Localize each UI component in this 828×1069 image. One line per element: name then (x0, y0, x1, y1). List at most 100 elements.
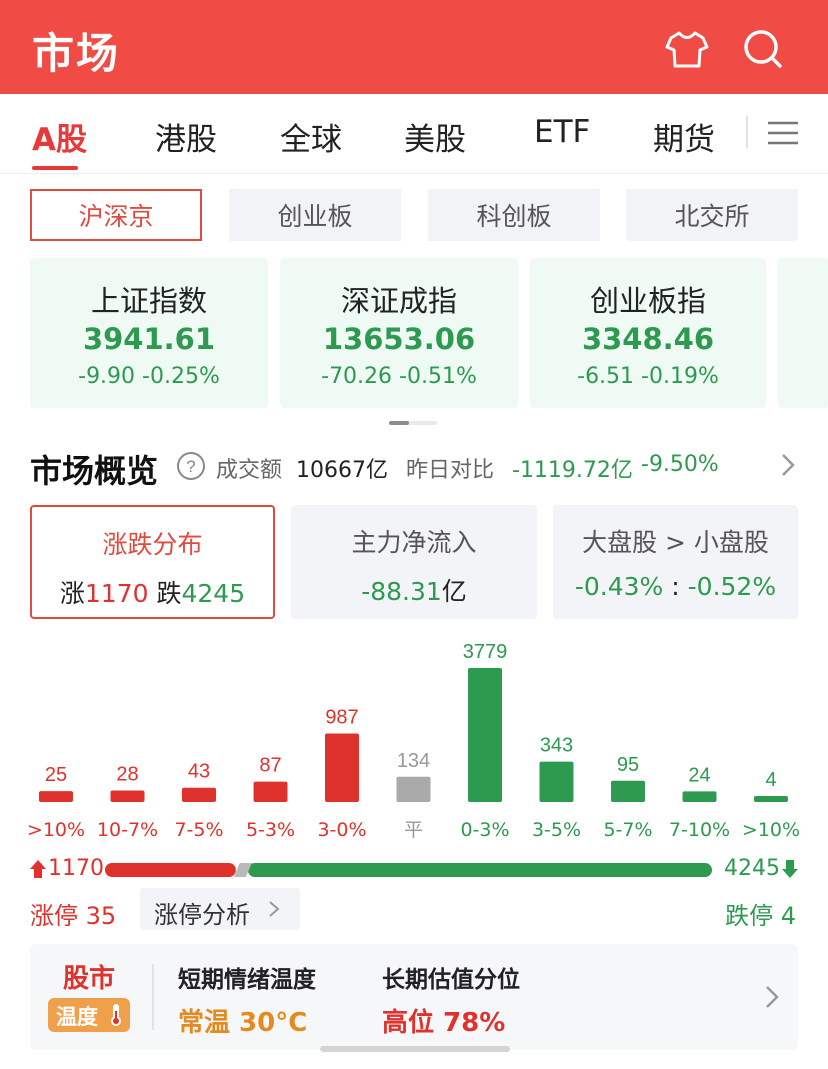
market-tabs: A股 港股 全球 美股 ETF 期货 (0, 94, 828, 174)
limit-row: 涨停 35 涨停分析 跌停 4 (0, 888, 828, 934)
ratio-up-label: 1170 (48, 856, 104, 881)
tab-global[interactable]: 全球 (280, 114, 342, 159)
short-term-value: 常温 30°C (178, 1008, 308, 1038)
main-flow-card[interactable]: 主力净流入 -88.31亿 (291, 505, 537, 619)
index-value: 3348.46 (581, 322, 715, 356)
home-indicator (320, 1046, 510, 1052)
cap-value: -0.43% : -0.52% (574, 572, 777, 601)
temp-badge: 温度 (48, 998, 130, 1032)
short-term-label: 短期情绪温度 (178, 967, 316, 993)
dist-category-label: 10-7% (97, 819, 158, 841)
flow-value: -88.31亿 (361, 577, 467, 606)
tab-futures[interactable]: 期货 (653, 114, 715, 159)
long-term-label: 长期估值分位 (382, 967, 520, 993)
svg-text:?: ? (186, 457, 195, 476)
dist-bar (682, 791, 717, 802)
tab-etf[interactable]: ETF (534, 114, 590, 150)
temp-divider (152, 964, 154, 1030)
subtab-bse[interactable]: 北交所 (626, 189, 798, 241)
arrow-down-icon (782, 860, 798, 878)
turnover-label: 成交额 (216, 458, 283, 483)
subtab-chinext[interactable]: 创业板 (229, 189, 401, 241)
ratio-up-segment (105, 863, 236, 877)
dist-value-label: 343 (540, 735, 573, 757)
dist-category-label: 5-7% (603, 819, 652, 841)
dist-category-label: 0-3% (460, 819, 509, 841)
long-term-value: 高位 78% (382, 1008, 506, 1038)
dist-bar (539, 761, 574, 802)
turnover-value: 10667亿 (296, 458, 388, 483)
chevron-right-icon[interactable] (764, 984, 780, 1010)
compare-pct: -9.50% (641, 452, 719, 477)
index-value: 13653.06 (322, 322, 476, 356)
tshirt-icon[interactable] (664, 26, 710, 72)
dist-bar (39, 791, 73, 802)
flow-label: 主力净流入 (351, 528, 477, 557)
dist-category-label: 7-10% (669, 819, 730, 841)
market-temperature-card[interactable]: 股市 温度 短期情绪温度 常温 30°C 长期估值分位 高位 78% (30, 944, 798, 1050)
dist-category-label: 3-5% (532, 819, 581, 841)
index-name: 深证成指 (340, 284, 457, 318)
subtab-hushenjing[interactable]: 沪深京 (30, 189, 202, 241)
index-value: 3941.61 (82, 322, 216, 356)
index-change: -6.51 -0.19% (577, 364, 719, 389)
dist-bar (182, 787, 216, 802)
menu-icon[interactable] (766, 118, 800, 148)
dist-bar (468, 668, 502, 802)
app-header: 市场 (0, 0, 828, 94)
tab-us[interactable]: 美股 (404, 114, 466, 159)
index-name: 上证指数 (90, 284, 207, 318)
cap-compare-card[interactable]: 大盘股 > 小盘股 -0.43% : -0.52% (553, 505, 798, 619)
dist-category-label: 3-0% (317, 819, 366, 841)
dist-bar (325, 733, 359, 802)
dist-category-label: 5-3% (246, 819, 295, 841)
index-name: 创业板指 (589, 284, 706, 318)
limit-down: 跌停 4 (725, 902, 796, 930)
index-card-chinext[interactable]: 创业板指 3348.46 -6.51 -0.19% (530, 258, 766, 408)
dist-value: 涨1170 跌4245 (59, 579, 246, 608)
compare-value: -1119.72亿 (512, 458, 633, 483)
dist-value-label: 987 (325, 707, 358, 729)
compare-label: 昨日对比 (406, 458, 495, 483)
dist-value-label: 25 (45, 764, 67, 786)
help-icon[interactable]: ? (176, 451, 206, 481)
overview-title: 市场概览 (30, 452, 159, 490)
analysis-label: 涨停分析 (154, 901, 250, 929)
dist-value-label: 28 (116, 763, 138, 785)
dist-value-label: 134 (397, 750, 430, 772)
ratio-down-segment (247, 863, 712, 877)
up-down-ratio: 1170 4245 (0, 852, 828, 888)
dist-value-label: 4 (765, 769, 776, 791)
dist-category-label: >10% (27, 819, 85, 841)
tab-a-shares[interactable]: A股 (32, 114, 87, 159)
limit-up: 涨停 35 (30, 902, 117, 930)
arrow-up-icon (30, 860, 46, 878)
index-card-shenzhen[interactable]: 深证成指 13653.06 -70.26 -0.51% (280, 258, 518, 408)
carousel-indicator (389, 421, 437, 425)
tab-hk[interactable]: 港股 (155, 114, 217, 159)
dist-value-label: 24 (688, 764, 710, 786)
dist-bar (396, 776, 431, 802)
dist-bar (110, 790, 145, 802)
search-icon[interactable] (740, 26, 786, 72)
index-change: -9.90 -0.25% (78, 364, 220, 389)
chevron-right-icon[interactable] (780, 452, 796, 478)
dist-bar (754, 796, 788, 802)
tabs-divider (746, 116, 748, 148)
dist-value-label: 87 (259, 755, 281, 777)
dist-category-label: 7-5% (174, 819, 223, 841)
index-card-partial[interactable] (778, 258, 828, 408)
dist-card[interactable]: 涨跌分布 涨1170 跌4245 (30, 505, 275, 619)
index-card-shanghai[interactable]: 上证指数 3941.61 -9.90 -0.25% (30, 258, 268, 408)
chevron-right-icon (269, 901, 280, 917)
dist-value-label: 95 (617, 754, 639, 776)
dist-bar (611, 780, 645, 802)
subtab-star-market[interactable]: 科创板 (428, 189, 600, 241)
ratio-down-label: 4245 (724, 856, 780, 881)
index-change: -70.26 -0.51% (321, 364, 477, 389)
page-title: 市场 (32, 29, 121, 78)
limit-up-analysis-button[interactable]: 涨停分析 (140, 888, 300, 930)
dist-bar (253, 781, 288, 802)
distribution-chart: 25 >10% 28 10-7% 43 7-5% 87 5-3% 987 3-0% 134 平 3779… (27, 641, 800, 841)
temp-badge-title: 股市 (62, 964, 115, 994)
